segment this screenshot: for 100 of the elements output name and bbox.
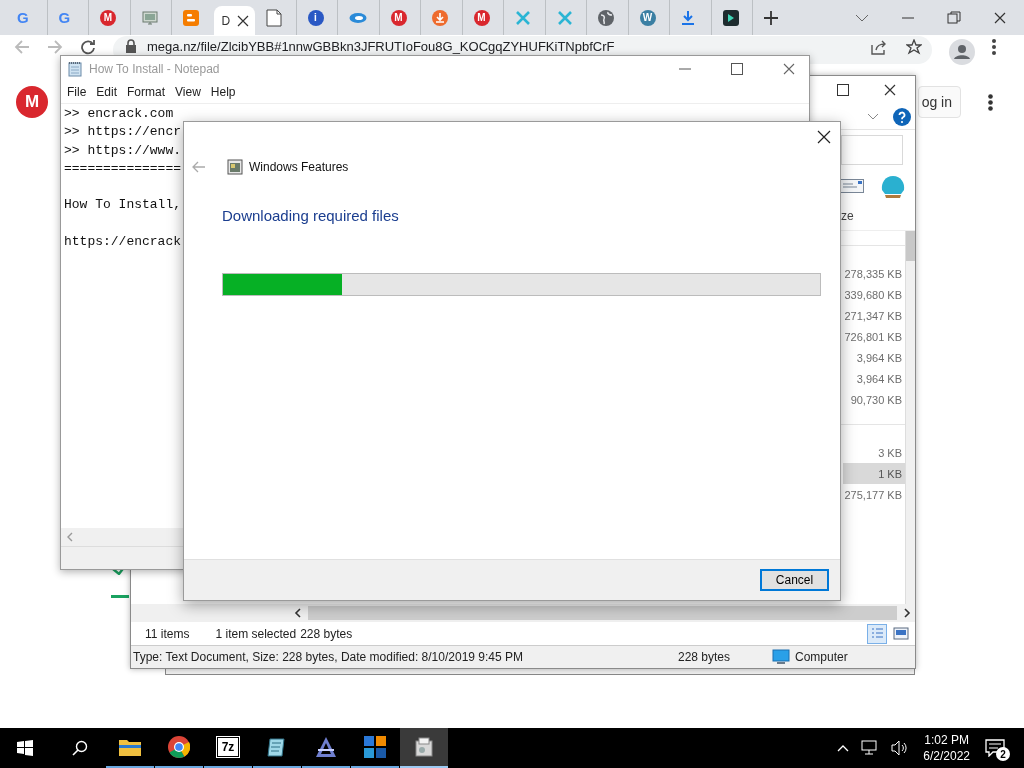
login-button[interactable]: og in xyxy=(917,86,961,118)
scroll-thumb[interactable] xyxy=(308,606,897,620)
status-heading: Downloading required files xyxy=(222,206,400,226)
download-circle-icon xyxy=(432,9,448,26)
ring-logo-icon[interactable] xyxy=(168,736,190,758)
clock-date[interactable]: 6/2/2022 xyxy=(923,748,970,764)
maximize-icon[interactable] xyxy=(837,84,849,96)
letter-logo-icon: G xyxy=(17,9,29,26)
notification-count: 2 xyxy=(996,747,1010,761)
download-icon xyxy=(681,9,695,26)
search-field[interactable] xyxy=(841,135,903,165)
notification-icon[interactable] xyxy=(985,739,1005,757)
folder-icon[interactable] xyxy=(118,737,142,757)
menu-item[interactable]: Format xyxy=(127,85,166,99)
notepad-icon xyxy=(68,60,82,77)
plus-icon[interactable] xyxy=(763,9,779,26)
star-icon[interactable] xyxy=(906,39,922,55)
url-text: mega.nz/file/ZlcibYBB#1nnwGBBkn3JFRUTIoFou8G_KOCgqZYHUFKiTNpbfCrF xyxy=(147,39,616,54)
file-details: Type: Text Document, Size: 228 bytes, Date modified: 8/10/2019 9:45 PM xyxy=(133,650,524,664)
chevron-up-icon[interactable] xyxy=(837,744,850,752)
menu-item[interactable]: View xyxy=(175,85,201,99)
dialog-title: Windows Features xyxy=(249,160,349,174)
item-count: 11 items xyxy=(145,626,190,641)
menu-item[interactable]: Edit xyxy=(96,85,118,99)
chevron-down-icon[interactable] xyxy=(867,112,879,121)
selection-info: 1 item selected xyxy=(215,626,297,641)
horizontal-scrollbar[interactable] xyxy=(131,604,915,622)
close-icon[interactable] xyxy=(883,83,897,97)
file-size: 228 bytes xyxy=(678,650,732,664)
round-logo-icon: M xyxy=(390,9,407,26)
taskbar-button[interactable] xyxy=(400,728,448,768)
cancel-button[interactable]: Cancel xyxy=(760,569,829,591)
vertical-scrollbar[interactable] xyxy=(905,231,915,604)
file-size-cell[interactable]: 90,730 KB xyxy=(843,389,905,410)
column-header[interactable]: ze xyxy=(841,209,854,223)
scroll-right-icon[interactable] xyxy=(903,608,911,618)
menu-item[interactable]: Help xyxy=(210,85,236,99)
tab-title: D xyxy=(221,13,231,28)
round-logo-icon: W xyxy=(639,9,656,26)
round-logo-icon: M xyxy=(100,9,116,26)
volume-icon[interactable] xyxy=(891,740,910,756)
text-line: How To Install, xyxy=(64,196,182,215)
close-icon[interactable] xyxy=(236,13,251,28)
scroll-thumb[interactable] xyxy=(906,231,915,261)
notepad-icon[interactable] xyxy=(266,736,288,758)
reload-icon[interactable] xyxy=(80,39,96,55)
restore-icon[interactable] xyxy=(947,10,961,25)
text-line: >> https://encr xyxy=(64,123,182,142)
round-logo-icon: M xyxy=(473,9,490,26)
globe-icon xyxy=(598,9,614,26)
file-size-cell[interactable]: 3 KB xyxy=(843,442,905,463)
location-label: Computer xyxy=(795,650,848,664)
file-size-cell[interactable]: 275,177 KB xyxy=(843,484,905,505)
app-box-icon[interactable] xyxy=(413,736,435,758)
chevron-down-icon[interactable] xyxy=(855,12,869,23)
close-icon[interactable] xyxy=(817,130,831,144)
selection-size: 228 bytes xyxy=(300,626,353,641)
window-title: How To Install - Notepad xyxy=(89,61,220,76)
share-icon[interactable] xyxy=(870,39,888,55)
file-size-cell[interactable]: 339,680 KB xyxy=(843,284,905,305)
network-icon[interactable] xyxy=(861,740,880,756)
search-icon[interactable] xyxy=(72,740,88,756)
text-line: =============== xyxy=(64,159,182,178)
app-logo[interactable]: 7z xyxy=(217,737,239,757)
lock-icon xyxy=(125,39,137,53)
document-icon xyxy=(266,8,282,27)
scroll-left-icon[interactable] xyxy=(294,608,302,618)
text-line: >> https://www. xyxy=(64,141,182,160)
start-icon[interactable] xyxy=(17,740,33,756)
envelope-icon[interactable] xyxy=(840,179,864,193)
triangle-logo-icon[interactable] xyxy=(315,736,337,758)
window-app-icon xyxy=(227,159,243,175)
computer-icon xyxy=(772,649,790,665)
round-logo-icon: i xyxy=(307,9,324,26)
letter-logo-icon: G xyxy=(58,9,71,26)
file-size-cell[interactable]: 3,964 KB xyxy=(843,347,905,368)
logo[interactable]: M xyxy=(16,86,48,118)
file-size-cell[interactable]: 278,335 KB xyxy=(843,263,905,284)
close-icon[interactable] xyxy=(993,10,1007,25)
clock-time[interactable]: 1:02 PM xyxy=(924,732,969,748)
profile-icon[interactable] xyxy=(949,39,975,65)
grid-icon[interactable] xyxy=(364,736,386,758)
dash-icon xyxy=(111,595,129,598)
monitor-icon xyxy=(141,9,158,26)
text-line: >> encrack.com xyxy=(64,105,174,123)
file-size-cell[interactable]: 3,964 KB xyxy=(843,368,905,389)
file-size-cell[interactable]: 726,801 KB xyxy=(843,326,905,347)
maximize-icon[interactable] xyxy=(731,62,743,75)
menu-item[interactable]: File xyxy=(67,85,87,99)
taskbar-button[interactable]: 7z xyxy=(204,728,252,768)
rounded-square-logo-icon xyxy=(183,9,199,26)
kebab-menu-icon[interactable] xyxy=(992,39,996,55)
help-icon[interactable] xyxy=(893,107,911,126)
swirl-logo-icon xyxy=(349,11,367,24)
kebab-menu-icon[interactable] xyxy=(988,93,993,111)
text-line: https://encrack xyxy=(64,233,182,252)
file-size-cell[interactable]: 1 KB xyxy=(843,463,905,484)
active-tab[interactable]: D xyxy=(213,6,255,35)
file-size-cell[interactable]: 271,347 KB xyxy=(843,305,905,326)
shell-icon[interactable] xyxy=(880,174,906,198)
